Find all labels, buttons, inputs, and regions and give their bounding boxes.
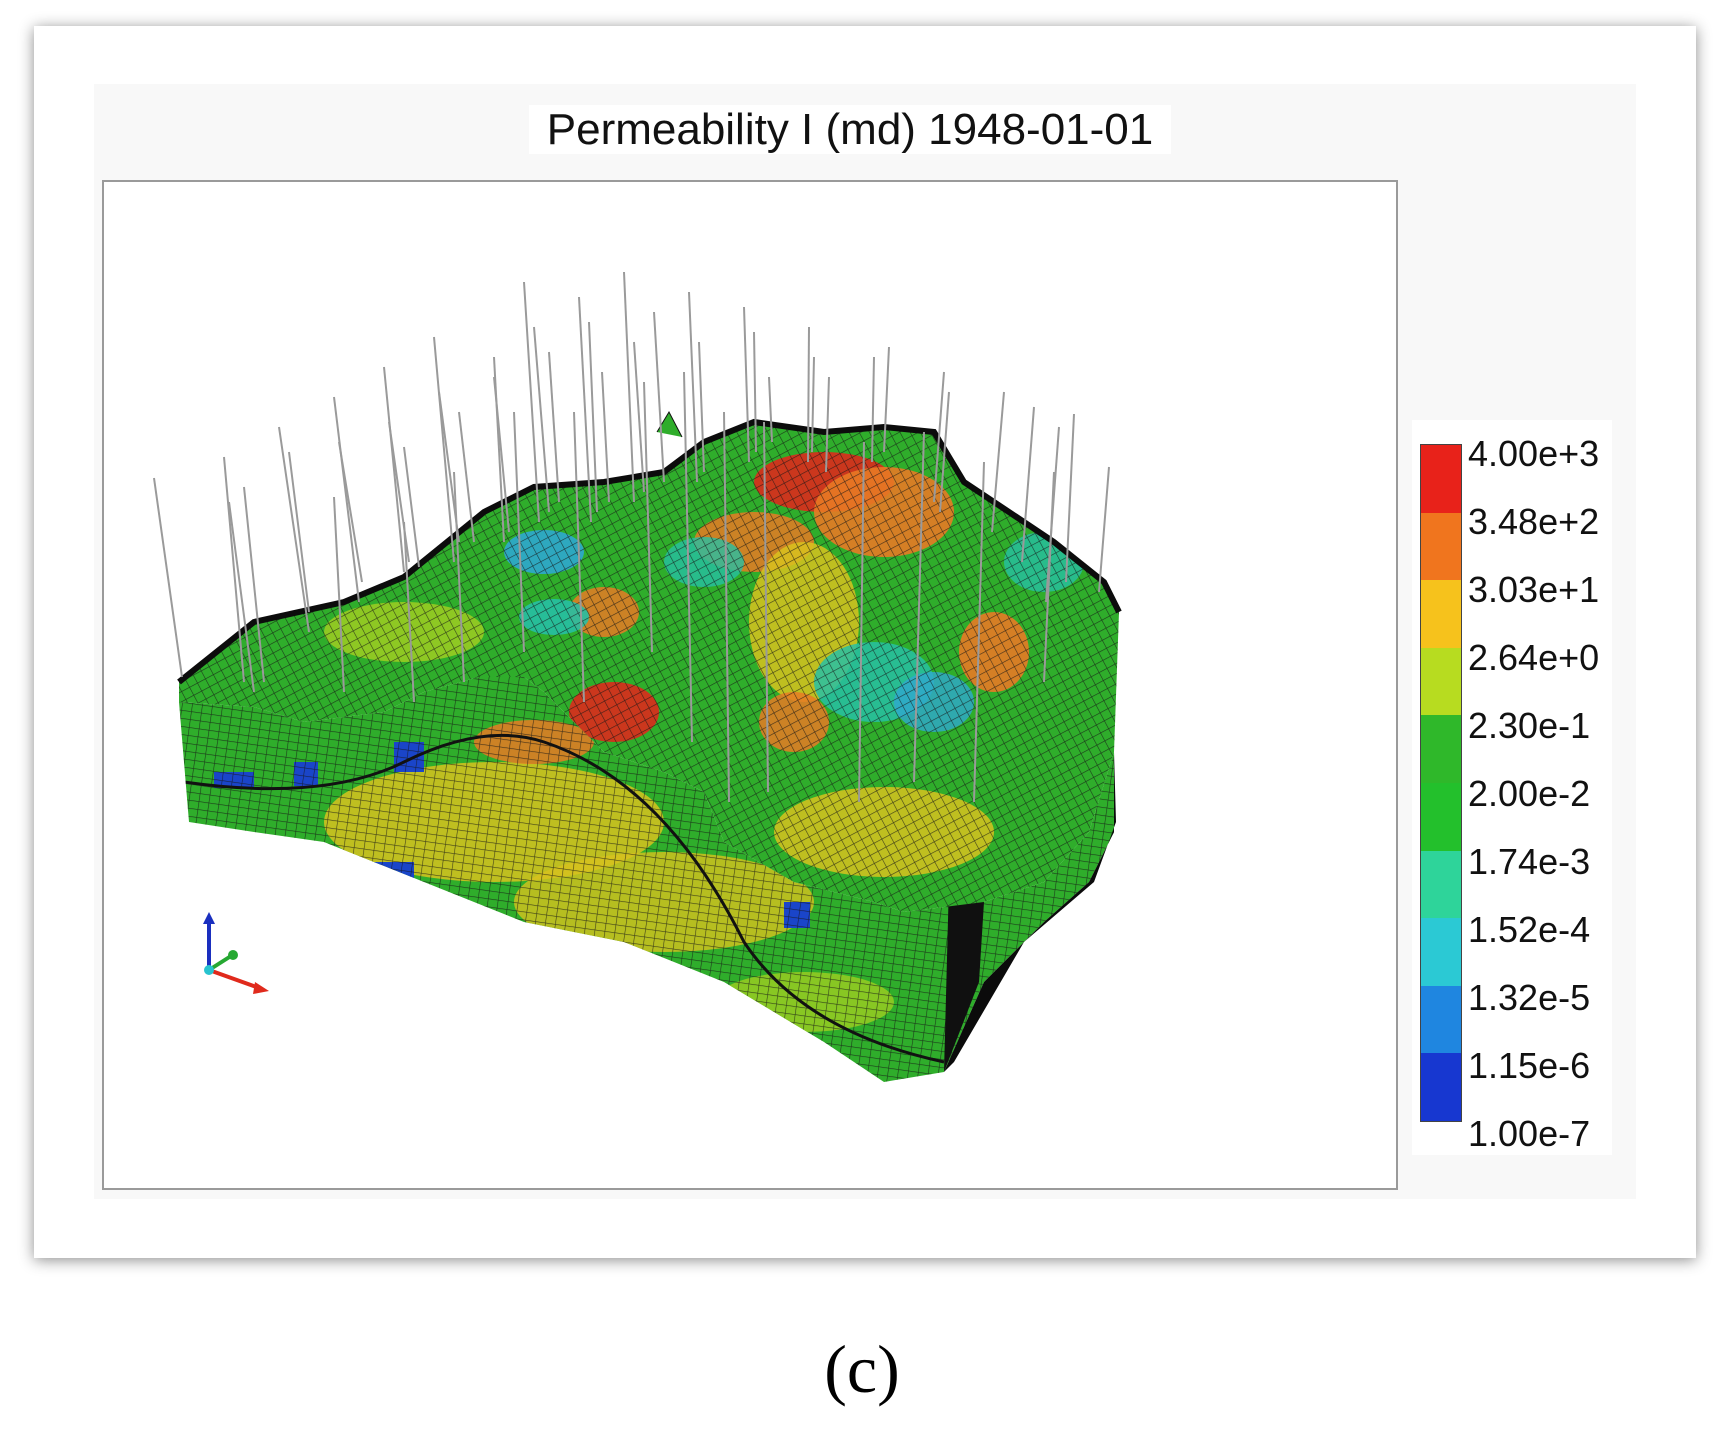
legend-label: 1.74e-3 — [1468, 841, 1591, 882]
x-axis-arrow — [253, 982, 269, 994]
figure-title: Permeability I (md) 1948-01-01 — [0, 100, 1712, 160]
legend-label: 3.48e+2 — [1468, 501, 1600, 542]
axis-triad — [203, 912, 269, 994]
legend-label: 1.00e-7 — [1468, 1113, 1591, 1154]
legend-label: 2.30e-1 — [1468, 705, 1591, 746]
legend-label: 1.32e-5 — [1468, 977, 1591, 1018]
legend-band-6 — [1421, 782, 1461, 851]
legend-band-4 — [1421, 647, 1461, 716]
figure-caption: (c) — [824, 1331, 900, 1407]
legend-band-1 — [1421, 445, 1461, 513]
legend-label: 1.52e-4 — [1468, 909, 1591, 950]
legend-colorbar — [1420, 444, 1462, 1122]
legend-label: 2.64e+0 — [1468, 637, 1600, 678]
legend-band-7 — [1421, 850, 1461, 919]
color-legend: 4.00e+3 3.48e+2 3.03e+1 2.64e+0 2.30e-1 … — [1412, 420, 1612, 1155]
reservoir-grid-model — [153, 271, 1122, 1082]
legend-band-2 — [1421, 512, 1461, 581]
legend-label: 4.00e+3 — [1468, 433, 1600, 474]
legend-label: 3.03e+1 — [1468, 569, 1600, 610]
model-viewport[interactable] — [102, 180, 1398, 1190]
legend-band-5 — [1421, 715, 1461, 783]
y-axis-tip — [228, 950, 238, 960]
legend-band-8 — [1421, 918, 1461, 986]
origin-dot — [204, 965, 214, 975]
legend-band-9 — [1421, 985, 1461, 1054]
legend-label: 1.15e-6 — [1468, 1045, 1591, 1086]
legend-label: 2.00e-2 — [1468, 773, 1591, 814]
legend-band-10 — [1421, 1053, 1461, 1121]
z-axis-arrow — [203, 912, 215, 924]
x-axis — [208, 968, 260, 990]
legend-band-3 — [1421, 580, 1461, 648]
title-text: Permeability I (md) 1948-01-01 — [528, 105, 1172, 154]
